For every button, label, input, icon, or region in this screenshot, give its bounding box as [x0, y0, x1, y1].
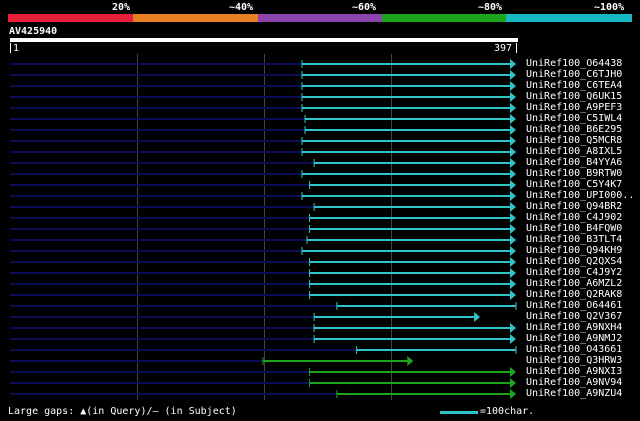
- hit-arrow-icon: [510, 114, 516, 124]
- hit-label[interactable]: UniRef100_A9NZU4: [526, 388, 622, 399]
- hit-label[interactable]: UniRef100_Q94BR2: [526, 201, 622, 212]
- hit-arrow-icon: [407, 356, 414, 366]
- gaps-legend: Large gaps: ▲(in Query)/– (in Subject): [8, 406, 237, 417]
- hit-label[interactable]: UniRef100_A6MZL2: [526, 278, 622, 289]
- hit-arrow-icon: [510, 334, 516, 344]
- hit-label[interactable]: UniRef100_Q2QXS4: [526, 256, 622, 267]
- hit-label[interactable]: UniRef100_A9PEF3: [526, 102, 622, 113]
- hit-label[interactable]: UniRef100_O64438: [526, 58, 622, 69]
- hit-label[interactable]: UniRef100_C5Y4K7: [526, 179, 622, 190]
- hit-label[interactable]: UniRef100_Q3HRW3: [526, 355, 622, 366]
- hit-label[interactable]: UniRef100_Q94KH9: [526, 245, 622, 256]
- hit-arrow-icon: [510, 213, 516, 223]
- hit-label[interactable]: UniRef100_O64461: [526, 300, 622, 311]
- hit-arrow-icon: [510, 257, 516, 267]
- hit-label[interactable]: UniRef100_C4J9Y2: [526, 267, 622, 278]
- hit-arrow-icon: [510, 323, 516, 333]
- hit-arrow-icon: [510, 279, 516, 289]
- hit-label[interactable]: UniRef100_Q6UK15: [526, 91, 622, 102]
- hit-label[interactable]: UniRef100_A9NXH4: [526, 322, 622, 333]
- hit-arrow-icon: [510, 92, 516, 102]
- hit-label[interactable]: UniRef100_A9NMJ2: [526, 333, 622, 344]
- hit-arrow-icon: [510, 224, 516, 234]
- hit-arrow-icon: [510, 268, 516, 278]
- hit-arrow-icon: [510, 202, 516, 212]
- hit-label[interactable]: UniRef100_Q2V367: [526, 311, 622, 322]
- hit-arrow-icon: [510, 103, 516, 113]
- hit-arrow-icon: [510, 290, 516, 300]
- hit-label[interactable]: UniRef100_B6E295: [526, 124, 622, 135]
- hit-label[interactable]: UniRef100_UPI000..: [526, 190, 634, 201]
- hit-arrow-icon: [510, 180, 516, 190]
- scale-label: =100char.: [480, 406, 535, 417]
- hit-arrow-icon: [510, 191, 516, 201]
- hit-arrow-icon: [510, 81, 516, 91]
- hit-label[interactable]: UniRef100_C4J902: [526, 212, 622, 223]
- hit-arrow-icon: [510, 125, 516, 135]
- hit-arrow-icon: [474, 312, 481, 322]
- hit-arrow-icon: [510, 246, 516, 256]
- hit-arrow-icon: [510, 389, 516, 399]
- hit-label[interactable]: UniRef100_C6TJH0: [526, 69, 622, 80]
- hit-label[interactable]: UniRef100_C6TEA4: [526, 80, 622, 91]
- hit-label[interactable]: UniRef100_Q2RAK8: [526, 289, 622, 300]
- hit-arrow-icon: [510, 235, 516, 245]
- hit-label[interactable]: UniRef100_B4FQW0: [526, 223, 622, 234]
- hit-arrow-icon: [510, 59, 516, 69]
- hit-arrow-icon: [510, 158, 516, 168]
- hit-label[interactable]: UniRef100_B3TLT4: [526, 234, 622, 245]
- hit-arrow-icon: [510, 169, 516, 179]
- hit-label[interactable]: UniRef100_B9RTW0: [526, 168, 622, 179]
- hit-label[interactable]: UniRef100_A8IXL5: [526, 146, 622, 157]
- hit-arrow-icon: [510, 70, 516, 80]
- hit-arrow-icon: [510, 136, 516, 146]
- hit-label[interactable]: UniRef100_A9NXI3: [526, 366, 622, 377]
- scale-bar: [440, 411, 478, 414]
- hit-label[interactable]: UniRef100_O43661: [526, 344, 622, 355]
- hit-label[interactable]: UniRef100_B4YYA6: [526, 157, 622, 168]
- hit-label[interactable]: UniRef100_C5IWL4: [526, 113, 622, 124]
- hit-arrow-icon: [510, 147, 516, 157]
- hit-label[interactable]: UniRef100_Q5MCR8: [526, 135, 622, 146]
- hit-label[interactable]: UniRef100_A9NV94: [526, 377, 622, 388]
- hit-arrow-icon: [510, 367, 516, 377]
- hit-arrow-icon: [510, 378, 516, 388]
